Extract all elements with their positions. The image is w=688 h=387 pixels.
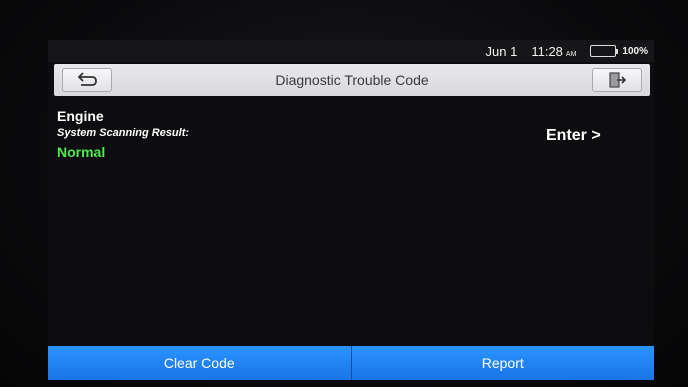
status-date: Jun 1	[485, 43, 518, 59]
battery-percent: 100%	[622, 45, 648, 57]
status-time: 11:28	[531, 43, 563, 59]
back-arrow-icon	[77, 72, 97, 86]
clear-code-button[interactable]: Clear Code	[48, 346, 351, 380]
enter-button[interactable]: Enter >	[546, 127, 601, 145]
device-screen: Jun 1 11:28 AM 100% Diagnostic Trouble C…	[48, 40, 654, 380]
status-clock: 11:28 AM	[531, 44, 576, 59]
title-bar: Diagnostic Trouble Code	[54, 64, 650, 96]
exit-button[interactable]	[592, 68, 642, 92]
exit-door-icon	[609, 72, 627, 88]
scan-result-value: Normal	[57, 144, 106, 160]
back-button[interactable]	[62, 68, 112, 92]
page-title: Diagnostic Trouble Code	[275, 72, 429, 88]
report-button[interactable]: Report	[350, 346, 654, 380]
system-name: Engine	[57, 108, 104, 124]
battery-indicator: 100%	[590, 45, 648, 57]
action-bar: Clear Code Report	[48, 346, 654, 380]
status-bar: Jun 1 11:28 AM 100%	[48, 40, 654, 62]
battery-icon	[590, 45, 619, 57]
scan-result-panel: Engine System Scanning Result: Normal En…	[48, 96, 654, 344]
status-ampm: AM	[565, 50, 577, 58]
scan-result-label: System Scanning Result:	[57, 127, 190, 139]
